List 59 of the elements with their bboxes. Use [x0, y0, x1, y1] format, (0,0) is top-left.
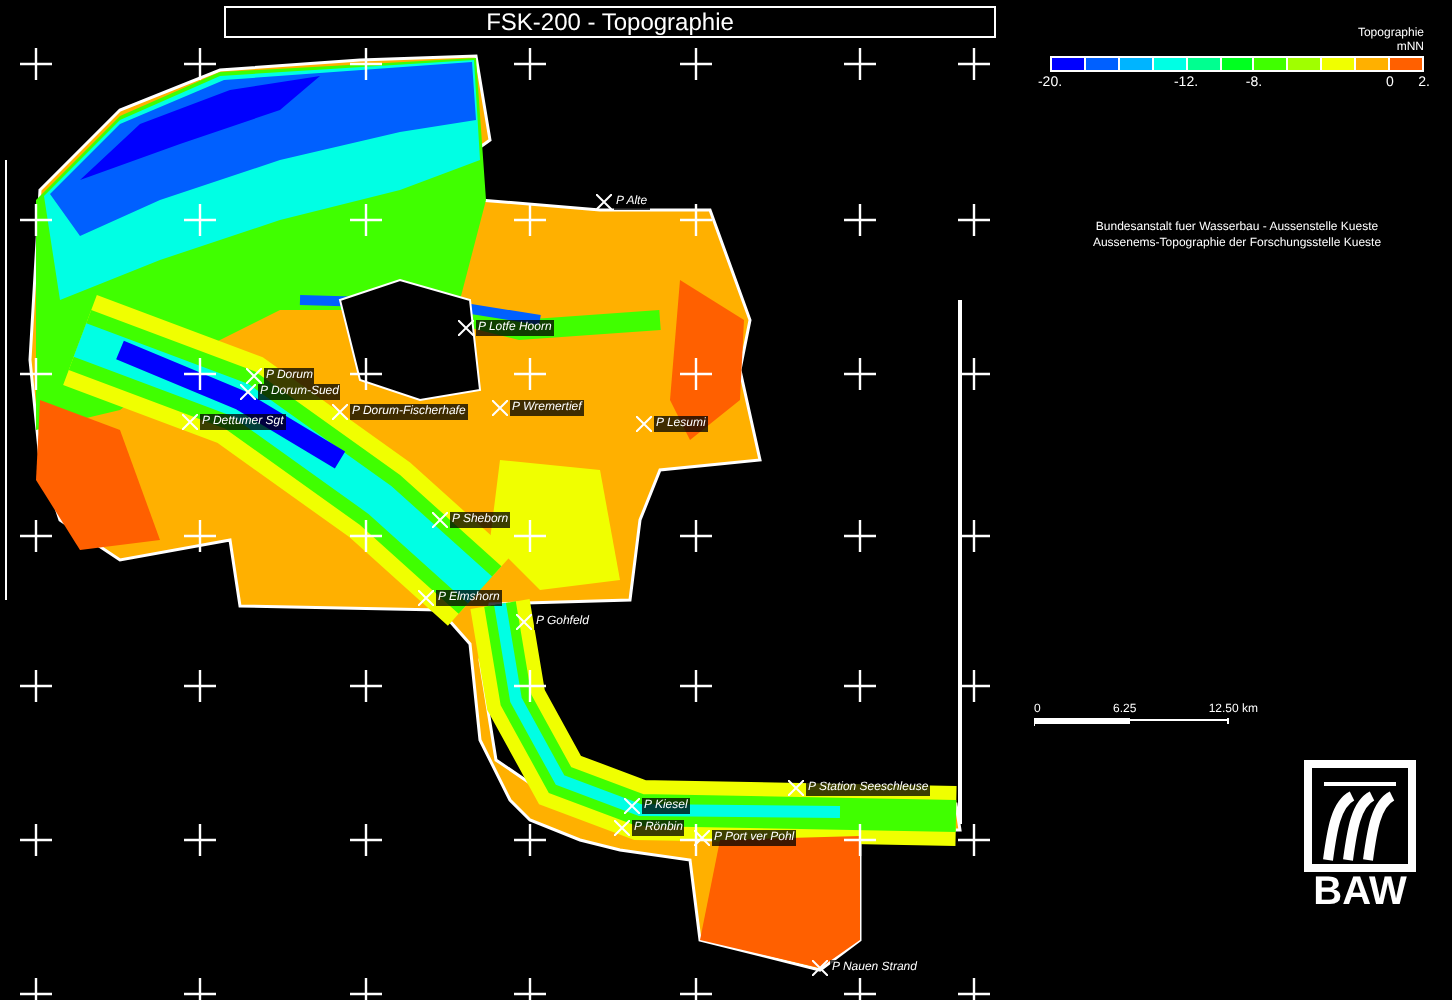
station-marker-icon: [636, 416, 652, 432]
grid-cross-icon: [680, 48, 712, 80]
grid-cross-icon: [680, 358, 712, 390]
grid-cross-icon: [184, 520, 216, 552]
grid-cross-icon: [350, 358, 382, 390]
grid-cross-icon: [184, 358, 216, 390]
grid-cross-icon: [958, 204, 990, 236]
grid-cross-icon: [514, 824, 546, 856]
grid-cross-icon: [958, 670, 990, 702]
grid-cross-icon: [514, 48, 546, 80]
grid-cross-icon: [844, 48, 876, 80]
grid-cross-icon: [680, 204, 712, 236]
grid-cross-icon: [514, 204, 546, 236]
station-marker-icon: [812, 960, 828, 976]
station-marker-icon: [432, 512, 448, 528]
grid-cross-icon: [20, 520, 52, 552]
grid-cross-icon: [844, 520, 876, 552]
grid-cross-icon: [184, 670, 216, 702]
grid-cross-icon: [350, 204, 382, 236]
map-title: FSK-200 - Topographie: [486, 10, 734, 34]
grid-cross-icon: [958, 824, 990, 856]
station-marker-icon: [788, 780, 804, 796]
grid-cross-icon: [958, 358, 990, 390]
grid-cross-icon: [958, 520, 990, 552]
station-marker-icon: [182, 414, 198, 430]
station-marker-icon: [614, 820, 630, 836]
grid-cross-icon: [350, 670, 382, 702]
grid-cross-icon: [680, 520, 712, 552]
station-marker-icon: [596, 194, 612, 210]
grid-cross-icon: [680, 824, 712, 856]
grid-cross-icon: [844, 670, 876, 702]
grid-cross-icon: [958, 48, 990, 80]
station-marker-icon: [516, 614, 532, 630]
grid-cross-icon: [514, 520, 546, 552]
grid-cross-icon: [184, 824, 216, 856]
station-marker-icon: [332, 404, 348, 420]
station-marker-icon: [492, 400, 508, 416]
station-marker-icon: [458, 320, 474, 336]
waves-logo-icon: [1304, 760, 1416, 872]
grid-cross-icon: [20, 204, 52, 236]
station-marker-icon: [418, 590, 434, 606]
grid-cross-icon: [844, 824, 876, 856]
grid-cross-icon: [350, 520, 382, 552]
grid-cross-icon: [20, 670, 52, 702]
grid-cross-icon: [20, 48, 52, 80]
station-marker-icon: [694, 830, 710, 846]
grid-cross-icon: [20, 824, 52, 856]
grid-cross-icon: [844, 358, 876, 390]
grid-cross-icon: [680, 670, 712, 702]
grid-cross-icon: [514, 358, 546, 390]
grid-cross-icon: [844, 204, 876, 236]
grid-cross-icon: [514, 670, 546, 702]
station-marker-icon: [624, 798, 640, 814]
grid-cross-icon: [20, 358, 52, 390]
grid-cross-icon: [350, 824, 382, 856]
grid-cross-icon: [184, 48, 216, 80]
logo-text: BAW: [1313, 872, 1407, 912]
grid-cross-icon: [350, 48, 382, 80]
grid-cross-icon: [184, 204, 216, 236]
